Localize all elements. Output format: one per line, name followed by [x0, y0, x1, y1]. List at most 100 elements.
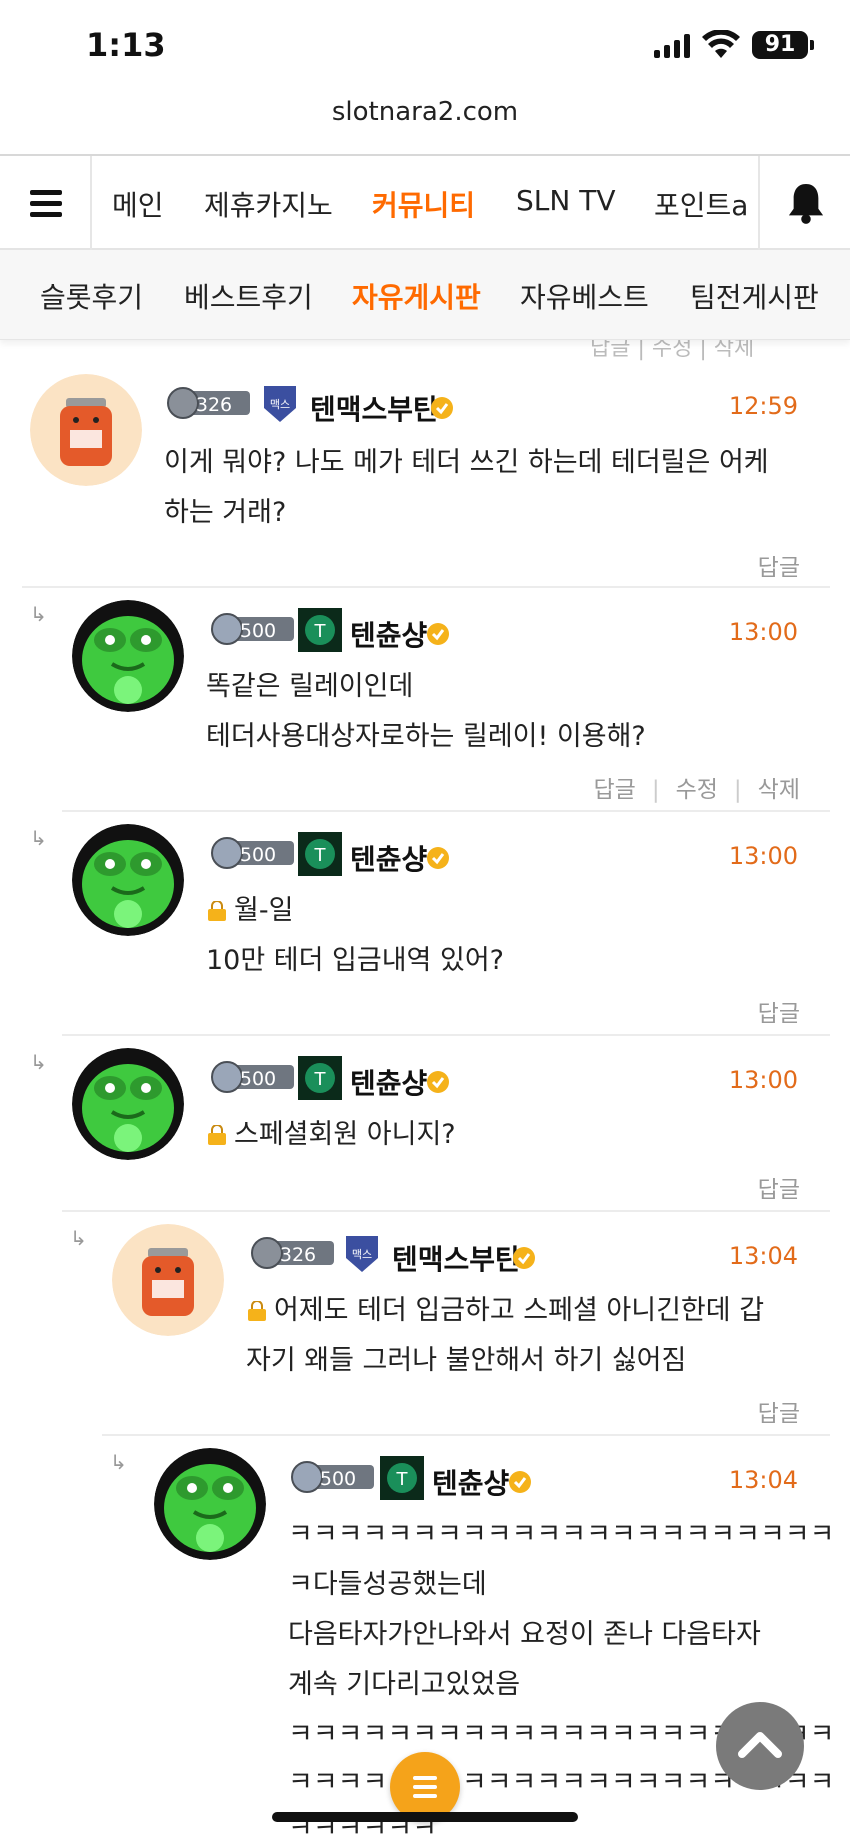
battery-icon: 91 — [752, 31, 814, 59]
lock-icon — [248, 1301, 266, 1321]
nav-item-community[interactable]: 커뮤니티 — [372, 184, 475, 224]
signal-icon — [654, 34, 690, 58]
wifi-icon — [702, 30, 740, 58]
comment-list: 답글 | 수정 | 삭제 326 맥스 텐맥스부탄 12:59 이게 뭐야? 나… — [0, 340, 850, 1840]
comment-text-line: ㅋㅋㅋㅋㅋㅋㅋㅋㅋㅋㅋㅋㅋㅋㅋㅋㅋㅋㅋㅋㅋㅋ — [288, 1519, 835, 1550]
comment-text-line: 테더사용대상자로하는 릴레이! 이용해? — [206, 721, 646, 752]
team-max-badge-icon: 맥스 — [340, 1232, 384, 1276]
comment-item: 326 맥스 텐맥스부탄 12:59 이게 뭐야? 나도 메가 테더 쓰긴 하는… — [22, 364, 830, 588]
team-t-badge-icon: T — [380, 1456, 424, 1500]
svg-text:500: 500 — [240, 1068, 276, 1090]
level-badge-icon: 500 — [211, 1061, 294, 1093]
verified-icon — [431, 397, 453, 419]
comment-text-line: 자기 왜들 그러나 불안해서 하기 싫어짐 — [246, 1345, 687, 1376]
svg-text:T: T — [314, 1069, 327, 1090]
comment-time: 13:00 — [728, 1066, 798, 1094]
address-bar[interactable]: slotnara2.com — [0, 92, 850, 154]
frog-avatar-icon — [154, 1448, 266, 1560]
edit-button[interactable]: 수정 — [676, 777, 718, 803]
level-badge-icon: 326 — [251, 1237, 334, 1269]
team-t-badge-icon: T — [298, 1056, 342, 1100]
comment-time: 13:00 — [728, 842, 798, 870]
team-t-badge-icon: T — [298, 832, 342, 876]
comment-text-line: 계속 기다리고있었음 — [288, 1669, 521, 1700]
svg-text:T: T — [314, 621, 327, 642]
nav-item-sln-tv[interactable]: SLN TV — [516, 184, 615, 217]
reply-button[interactable]: 답글 — [758, 1170, 800, 1204]
comment-text-line: ㅋ다들성공했는데 — [288, 1569, 487, 1600]
status-time: 1:13 — [86, 26, 166, 64]
svg-text:326: 326 — [196, 394, 232, 416]
verified-icon — [427, 1071, 449, 1093]
chevron-up-icon — [738, 1732, 782, 1758]
max-butane-avatar-icon — [112, 1224, 224, 1336]
comment-author[interactable]: 텐맥스부탄 — [392, 1238, 521, 1278]
verified-icon — [513, 1247, 535, 1269]
scroll-top-button[interactable] — [716, 1702, 804, 1790]
team-max-badge-icon: 맥스 — [258, 382, 302, 426]
frog-avatar-icon — [72, 1048, 184, 1160]
reply-arrow-icon: ↳ — [110, 1450, 127, 1474]
comment-time: 13:04 — [728, 1466, 798, 1494]
lock-icon — [208, 901, 226, 921]
level-badge-icon: 500 — [211, 613, 294, 645]
comment-author[interactable]: 텐츈샹 — [350, 1062, 427, 1102]
sub-nav: 슬롯후기 베스트후기 자유게시판 자유베스트 팀전게시판 — [0, 250, 850, 340]
nav-item-partner-casino[interactable]: 제휴카지노 — [204, 184, 333, 224]
comment-text-line: 스페셜회원 아니지? — [206, 1110, 456, 1160]
delete-button[interactable]: 삭제 — [758, 777, 800, 803]
comment-time: 13:04 — [728, 1242, 798, 1270]
nav-item-points[interactable]: 포인트a — [654, 184, 748, 224]
comment-author[interactable]: 텐츈샹 — [432, 1462, 509, 1502]
subnav-free-best[interactable]: 자유베스트 — [520, 276, 649, 316]
nav-item-main[interactable]: 메인 — [112, 184, 164, 224]
comment-author[interactable]: 텐맥스부탄 — [310, 388, 439, 428]
reply-button[interactable]: 답글 — [758, 548, 800, 582]
svg-text:맥스: 맥스 — [270, 398, 290, 411]
subnav-best-review[interactable]: 베스트후기 — [184, 276, 313, 316]
svg-text:T: T — [314, 845, 327, 866]
subnav-free-board[interactable]: 자유게시판 — [352, 276, 481, 316]
subnav-slot-review[interactable]: 슬롯후기 — [40, 276, 143, 316]
comment-item: 326 맥스 텐맥스부탄 13:04 어제도 테더 입금하고 스페셜 아니긴한데… — [102, 1212, 830, 1436]
comment-text-line: 똑같은 릴레이인데 — [206, 671, 414, 702]
svg-text:T: T — [396, 1469, 409, 1490]
comment-text-line: 어제도 테더 입금하고 스페셜 아니긴한데 갑 — [246, 1286, 764, 1336]
svg-text:326: 326 — [280, 1244, 316, 1266]
verified-icon — [427, 847, 449, 869]
comment-text-line: 다음타자가안나와서 요정이 존나 다음타자 — [288, 1619, 761, 1650]
comment-item: 500 T 텐츈샹 13:00 월-일 10만 테더 입금내역 있어? 답글 — [62, 812, 830, 1036]
reply-arrow-icon: ↳ — [30, 602, 47, 626]
main-nav: 메인 제휴카지노 커뮤니티 SLN TV 포인트a — [0, 154, 850, 250]
svg-text:500: 500 — [240, 620, 276, 642]
comment-text-line: 이게 뭐야? 나도 메가 테더 쓰긴 하는데 테더릴은 어케 — [164, 447, 769, 478]
team-t-badge-icon: T — [298, 608, 342, 652]
comment-text-line: 하는 거래? — [164, 497, 287, 528]
status-bar: 1:13 91 — [0, 0, 850, 92]
comment-author[interactable]: 텐츈샹 — [350, 614, 427, 654]
reply-button[interactable]: 답글 — [594, 777, 636, 803]
comment-item: 500 T 텐츈샹 13:00 똑같은 릴레이인데 테더사용대상자로하는 릴레이… — [62, 588, 830, 812]
lock-icon — [208, 1125, 226, 1145]
comment-actions: 답글 | 수정 | 삭제 — [593, 777, 800, 803]
comment-text-line: 10만 테더 입금내역 있어? — [206, 945, 504, 976]
comment-text-line: 월-일 — [206, 886, 293, 936]
reply-arrow-icon: ↳ — [70, 1226, 87, 1250]
svg-text:맥스: 맥스 — [352, 1248, 372, 1261]
home-indicator — [272, 1812, 578, 1822]
level-badge-icon: 500 — [211, 837, 294, 869]
subnav-team-board[interactable]: 팀전게시판 — [690, 276, 819, 316]
main-nav-items: 메인 제휴카지노 커뮤니티 SLN TV 포인트a — [92, 156, 758, 250]
reply-button[interactable]: 답글 — [758, 994, 800, 1028]
max-butane-avatar-icon — [30, 374, 142, 486]
hamburger-menu-button[interactable] — [0, 156, 92, 250]
previous-comment-actions: 답글 | 수정 | 삭제 — [590, 340, 755, 361]
svg-text:500: 500 — [320, 1468, 356, 1490]
svg-text:500: 500 — [240, 844, 276, 866]
level-badge-icon: 500 — [291, 1461, 374, 1493]
level-badge-icon: 326 — [167, 387, 250, 419]
reply-button[interactable]: 답글 — [758, 1394, 800, 1428]
bell-icon[interactable] — [758, 156, 850, 250]
comment-item: 500 T 텐츈샹 13:00 스페셜회원 아니지? 답글 — [62, 1036, 830, 1212]
comment-author[interactable]: 텐츈샹 — [350, 838, 427, 878]
